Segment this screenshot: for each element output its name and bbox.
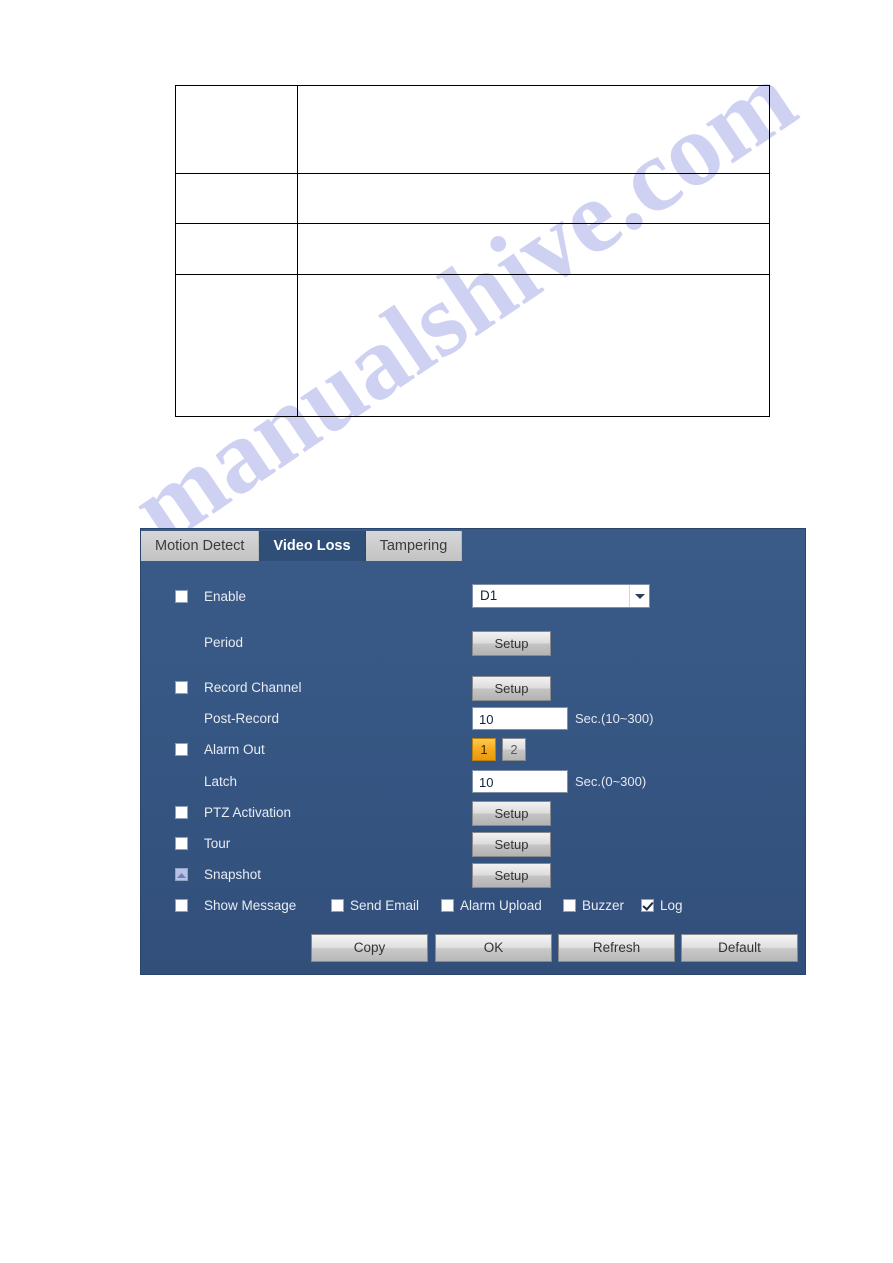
table-cell-label [174,223,299,275]
table-cell-label [174,274,299,417]
table-row [174,85,770,174]
table-row [174,274,770,417]
table-cell-description [297,274,770,417]
row-post-record: Post-Record 10 Sec.(10~300) [141,706,805,732]
log-checkbox[interactable] [641,899,654,912]
table-row [174,173,770,224]
tab-bar: Motion Detect Video Loss Tampering [141,531,463,561]
ptz-activation-checkbox[interactable] [175,806,188,819]
row-ptz-activation: PTZ Activation Setup [141,800,805,826]
post-record-unit: Sec.(10~300) [575,711,654,726]
ptz-activation-label: PTZ Activation [204,805,292,820]
latch-input[interactable]: 10 [472,770,568,793]
snapshot-checkbox[interactable] [175,868,188,881]
alarm-upload-checkbox[interactable] [441,899,454,912]
ptz-activation-setup-button[interactable]: Setup [472,801,551,826]
default-button[interactable]: Default [681,934,798,962]
table-cell-label [174,85,299,174]
table-cell-description [297,223,770,275]
table-cell-description [297,85,770,174]
row-latch: Latch 10 Sec.(0~300) [141,769,805,795]
table-cell-label [174,173,299,224]
ok-button[interactable]: OK [435,934,552,962]
row-tour: Tour Setup [141,831,805,857]
show-message-label: Show Message [204,898,297,913]
chevron-down-icon[interactable] [629,585,649,607]
period-setup-button[interactable]: Setup [472,631,551,656]
channel-select[interactable]: D1 [472,584,650,608]
tab-motion-detect[interactable]: Motion Detect [141,531,260,561]
tab-tampering[interactable]: Tampering [365,531,463,561]
copy-button[interactable]: Copy [311,934,428,962]
row-period: Period Setup [141,630,805,656]
buzzer-checkbox[interactable] [563,899,576,912]
post-record-label: Post-Record [204,711,280,726]
record-channel-label: Record Channel [204,680,302,695]
specification-table [174,85,770,417]
row-alarm-out: Alarm Out 1 2 [141,737,805,763]
row-notification-options: Show Message Send Email Alarm Upload Buz… [141,893,805,919]
post-record-input[interactable]: 10 [472,707,568,730]
tour-setup-button[interactable]: Setup [472,832,551,857]
period-label: Period [204,635,244,650]
show-message-checkbox[interactable] [175,899,188,912]
snapshot-setup-button[interactable]: Setup [472,863,551,888]
snapshot-label: Snapshot [204,867,262,882]
action-button-bar: Copy OK Refresh Default [311,934,798,962]
row-snapshot: Snapshot Setup [141,862,805,888]
refresh-button[interactable]: Refresh [558,934,675,962]
alarm-upload-label: Alarm Upload [460,898,542,913]
send-email-checkbox[interactable] [331,899,344,912]
buzzer-label: Buzzer [582,898,625,913]
alarm-out-option-1[interactable]: 1 [472,738,496,761]
record-channel-checkbox[interactable] [175,681,188,694]
alarm-out-checkbox[interactable] [175,743,188,756]
channel-select-value: D1 [480,588,498,603]
log-label: Log [660,898,683,913]
row-record-channel: Record Channel Setup [141,675,805,701]
tour-label: Tour [204,836,231,851]
latch-unit: Sec.(0~300) [575,774,647,789]
send-email-label: Send Email [350,898,420,913]
enable-label: Enable [204,589,247,604]
table-row [174,223,770,275]
table-cell-description [297,173,770,224]
latch-label: Latch [204,774,238,789]
alarm-out-label: Alarm Out [204,742,265,757]
enable-checkbox[interactable] [175,590,188,603]
tab-video-loss[interactable]: Video Loss [259,531,366,561]
alarm-out-option-2[interactable]: 2 [502,738,526,761]
record-channel-setup-button[interactable]: Setup [472,676,551,701]
video-loss-settings-panel: Motion Detect Video Loss Tampering Enabl… [141,529,805,974]
tour-checkbox[interactable] [175,837,188,850]
